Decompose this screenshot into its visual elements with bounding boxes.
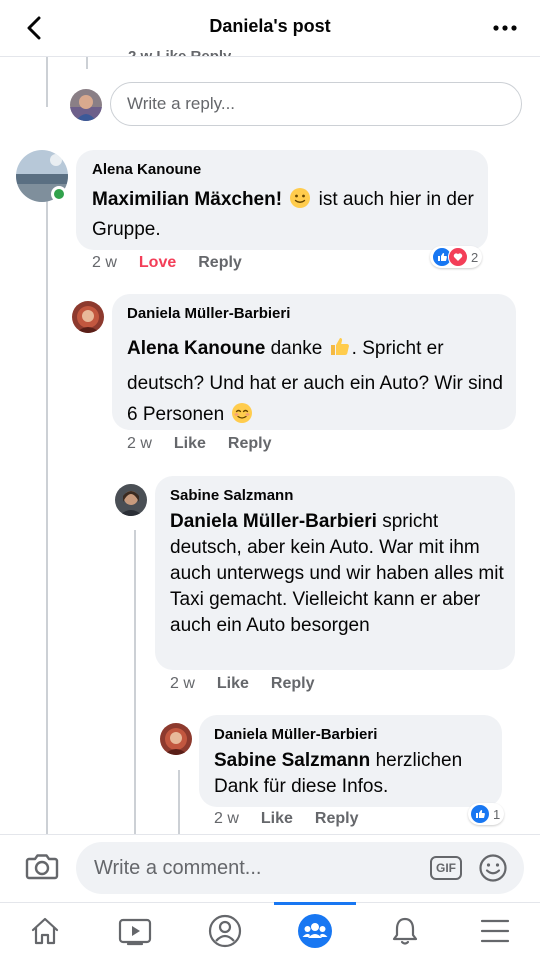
groups-icon (298, 914, 332, 948)
menu-icon (480, 919, 510, 943)
comment-actions: 2 w Like Reply (127, 435, 272, 453)
avatar[interactable] (160, 723, 192, 755)
comment-text: Alena Kanoune danke . Spricht er deutsch… (127, 333, 507, 434)
home-icon (31, 917, 59, 945)
watch-icon (118, 918, 152, 946)
avatar[interactable] (115, 484, 147, 516)
gif-button[interactable]: GIF (430, 856, 462, 880)
nav-notifications[interactable] (360, 902, 450, 960)
mention[interactable]: Maximilian Mäxchen! (92, 189, 282, 210)
reply-input[interactable]: Write a reply... (110, 82, 522, 126)
comment-bubble: Alena Kanoune Maximilian Mäxchen! ist au… (76, 150, 488, 250)
comment-actions: 2 w Like Reply (214, 810, 359, 828)
love-reaction-icon (448, 247, 468, 267)
like-button[interactable]: Like (261, 810, 293, 828)
emoji-button[interactable] (478, 853, 508, 883)
comment-text-part: danke (270, 338, 323, 359)
comment-author[interactable]: Daniela Müller-Barbieri (214, 726, 377, 743)
camera-button[interactable] (24, 848, 60, 884)
comment-author[interactable]: Daniela Müller-Barbieri (127, 305, 290, 322)
smiley-icon (479, 854, 507, 882)
chevron-left-icon (27, 16, 41, 40)
comment-author[interactable]: Sabine Salzmann (170, 487, 293, 504)
thread-line (86, 57, 88, 69)
comment-text: Daniela Müller-Barbieri spricht deutsch,… (170, 509, 510, 639)
comment-text: Sabine Salzmann herzlichen Dank für dies… (214, 748, 499, 800)
reply-button[interactable]: Reply (315, 810, 359, 828)
thread-line (46, 200, 48, 834)
love-reaction-button[interactable]: Love (139, 254, 176, 272)
like-button[interactable]: Like (217, 675, 249, 693)
reply-button[interactable]: Reply (271, 675, 315, 693)
avatar[interactable] (70, 89, 102, 121)
comment-actions: 2 w Like Reply (170, 675, 315, 693)
reaction-count: 1 (493, 806, 501, 822)
slightly-smiling-emoji-icon (289, 187, 311, 217)
thread-line (46, 57, 48, 107)
comment-timestamp: 2 w (127, 435, 152, 452)
online-status-dot (51, 186, 67, 202)
nav-menu[interactable] (450, 902, 540, 960)
like-button[interactable]: Like (174, 435, 206, 453)
thread-line (134, 530, 136, 834)
nav-home[interactable] (0, 902, 90, 960)
reaction-summary[interactable]: 1 (468, 803, 505, 825)
reaction-count: 2 (471, 249, 479, 265)
reply-button[interactable]: Reply (228, 435, 272, 453)
comment-actions: 2 w Love Reply (92, 254, 242, 272)
comment-text: Maximilian Mäxchen! ist auch hier in der… (92, 187, 478, 243)
reply-button[interactable]: Reply (198, 254, 242, 272)
previous-comment-meta: 2 w Like Reply (128, 42, 231, 56)
nav-watch[interactable] (90, 902, 180, 960)
comment-bubble: Daniela Müller-Barbieri Sabine Salzmann … (199, 715, 502, 807)
reaction-summary[interactable]: 2 (430, 246, 483, 268)
top-bar (0, 0, 540, 57)
comment-bubble: Daniela Müller-Barbieri Alena Kanoune da… (112, 294, 516, 430)
avatar[interactable] (72, 301, 104, 333)
smiling-blush-emoji-icon (231, 402, 253, 434)
bell-icon (392, 917, 418, 945)
comment-author[interactable]: Alena Kanoune (92, 161, 201, 178)
profile-icon (208, 914, 242, 948)
comment-bubble: Sabine Salzmann Daniela Müller-Barbieri … (155, 476, 515, 670)
thumbs-up-emoji-icon (328, 334, 352, 368)
nav-groups[interactable] (270, 902, 360, 960)
mention[interactable]: Sabine Salzmann (214, 750, 370, 771)
thread-line (178, 770, 180, 834)
more-horizontal-icon (493, 25, 517, 31)
comment-timestamp: 2 w (214, 810, 239, 827)
mention[interactable]: Daniela Müller-Barbieri (170, 511, 377, 532)
comment-timestamp: 2 w (92, 254, 117, 271)
camera-icon (25, 854, 59, 880)
like-reaction-icon (470, 804, 490, 824)
nav-profile[interactable] (180, 902, 270, 960)
mention[interactable]: Alena Kanoune (127, 338, 265, 359)
back-button[interactable] (18, 12, 50, 44)
comment-timestamp: 2 w (170, 675, 195, 692)
more-options-button[interactable] (488, 14, 522, 42)
